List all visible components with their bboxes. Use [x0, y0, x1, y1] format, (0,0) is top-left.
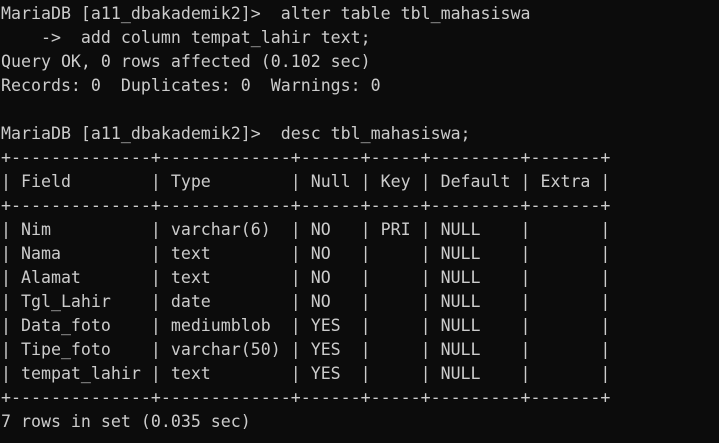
- prompt-line-alter: MariaDB [a11_dbakademik2]> alter table t…: [1, 4, 531, 23]
- terminal-window[interactable]: MariaDB [a11_dbakademik2]> alter table t…: [0, 0, 719, 443]
- table-row: | Nama | text | NO | | NULL | |: [1, 244, 611, 263]
- query-result-line: Query OK, 0 rows affected (0.102 sec): [1, 52, 371, 71]
- rows-in-set-line: 7 rows in set (0.035 sec): [1, 412, 251, 431]
- table-border-header: +--------------+-------------+------+---…: [1, 196, 611, 215]
- prompt-line-desc: MariaDB [a11_dbakademik2]> desc tbl_maha…: [1, 124, 471, 143]
- table-row: | Data_foto | mediumblob | YES | | NULL …: [1, 316, 611, 335]
- table-row: | Nim | varchar(6) | NO | PRI | NULL | |: [1, 220, 611, 239]
- table-border-bottom: +--------------+-------------+------+---…: [1, 388, 611, 407]
- table-border-top: +--------------+-------------+------+---…: [1, 148, 611, 167]
- table-row: | tempat_lahir | text | YES | | NULL | |: [1, 364, 611, 383]
- table-row: | Tgl_Lahir | date | NO | | NULL | |: [1, 292, 611, 311]
- continuation-line: -> add column tempat_lahir text;: [1, 28, 371, 47]
- table-header-row: | Field | Type | Null | Key | Default | …: [1, 172, 611, 191]
- table-row: | Tipe_foto | varchar(50) | YES | | NULL…: [1, 340, 611, 359]
- table-row: | Alamat | text | NO | | NULL | |: [1, 268, 611, 287]
- records-info-line: Records: 0 Duplicates: 0 Warnings: 0: [1, 76, 381, 95]
